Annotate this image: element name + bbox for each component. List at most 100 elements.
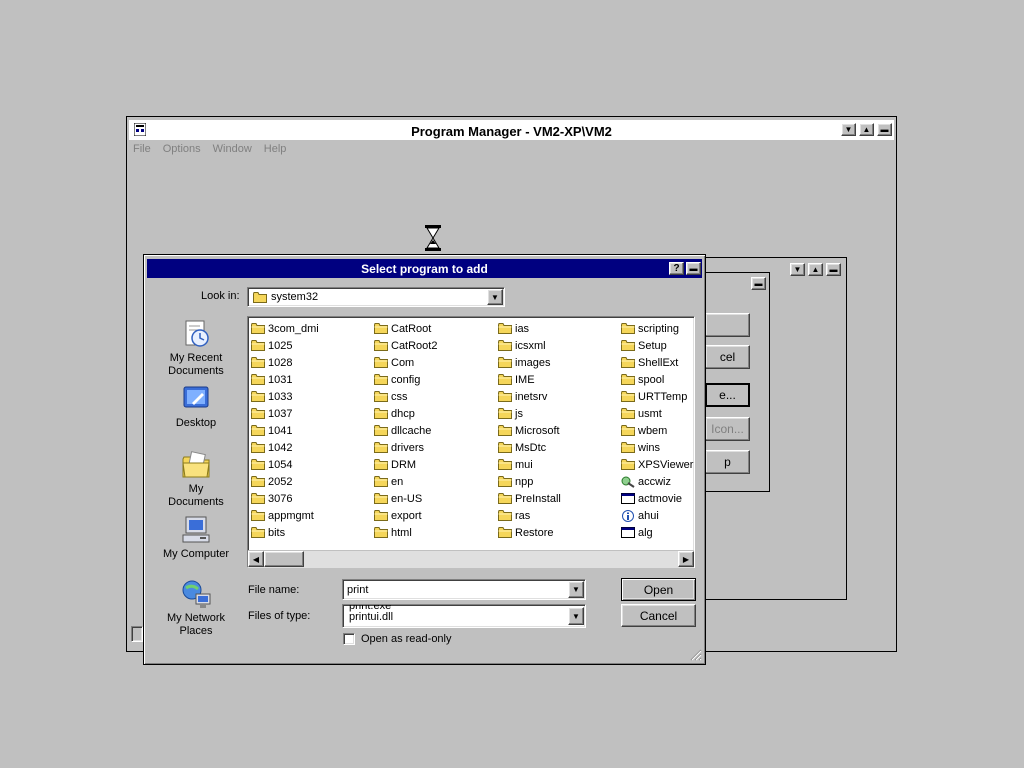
list-item[interactable]: CatRoot xyxy=(374,320,494,337)
place-network[interactable]: My Network Places xyxy=(160,578,232,638)
list-item[interactable]: accwiz xyxy=(621,473,693,490)
list-item[interactable]: scripting xyxy=(621,320,693,337)
list-item[interactable]: 3com_dmi xyxy=(251,320,371,337)
cancel-button[interactable]: Cancel xyxy=(621,604,696,627)
list-item[interactable]: html xyxy=(374,524,494,541)
place-my-documents[interactable]: My Documents xyxy=(160,449,232,509)
read-only-checkbox[interactable] xyxy=(343,633,355,645)
minimized-group-icon[interactable] xyxy=(131,626,143,642)
list-item[interactable]: URTTemp xyxy=(621,388,693,405)
look-in-dropdown-button[interactable]: ▼ xyxy=(487,289,503,305)
list-item[interactable]: Setup xyxy=(621,337,693,354)
hidden-button-1[interactable] xyxy=(705,313,750,337)
list-item[interactable]: icsxml xyxy=(498,337,618,354)
list-item[interactable]: 1025 xyxy=(251,337,371,354)
list-item[interactable]: js xyxy=(498,405,618,422)
list-item[interactable]: MsDtc xyxy=(498,439,618,456)
scroll-thumb[interactable] xyxy=(264,551,304,567)
place-recent-documents[interactable]: My Recent Documents xyxy=(160,318,232,378)
list-item[interactable]: dllcache xyxy=(374,422,494,439)
inner-close-button[interactable]: ▬ xyxy=(751,277,766,290)
list-item[interactable]: en xyxy=(374,473,494,490)
list-item[interactable]: en-US xyxy=(374,490,494,507)
file-list[interactable]: 3com_dmi 1025 1028 1031 1033 1037 1041 1042 1054… xyxy=(247,316,695,568)
list-item[interactable]: IME xyxy=(498,371,618,388)
list-item[interactable]: ias xyxy=(498,320,618,337)
list-item[interactable]: export xyxy=(374,507,494,524)
menu-options[interactable]: Options xyxy=(163,143,201,159)
list-item-label: html xyxy=(391,526,412,539)
program-manager-titlebar[interactable]: Program Manager - VM2-XP\VM2 ▼ ▲ ▬ xyxy=(129,120,894,140)
list-item[interactable]: CatRoot2 xyxy=(374,337,494,354)
list-item[interactable]: 1042 xyxy=(251,439,371,456)
hidden-change-icon-button[interactable]: Icon... xyxy=(705,417,750,441)
list-item[interactable]: config xyxy=(374,371,494,388)
menu-file[interactable]: File xyxy=(133,143,151,159)
minimize-button[interactable]: ▼ xyxy=(841,123,856,136)
list-item[interactable]: usmt xyxy=(621,405,693,422)
list-item-label: 1028 xyxy=(268,356,293,369)
type-option-printui-dll[interactable]: printui.dll xyxy=(349,612,393,623)
place-my-computer[interactable]: My Computer xyxy=(160,514,232,561)
list-item[interactable]: 2052 xyxy=(251,473,371,490)
list-item[interactable]: 1054 xyxy=(251,456,371,473)
place-desktop[interactable]: Desktop xyxy=(160,383,232,430)
list-item[interactable]: PreInstall xyxy=(498,490,618,507)
files-of-type-combo[interactable]: print.exe printui.dll ▼ xyxy=(342,604,586,628)
list-item-label: dhcp xyxy=(391,407,415,420)
dash-icon: ▬ xyxy=(754,278,763,288)
list-item[interactable]: spool xyxy=(621,371,693,388)
files-of-type-dropdown-button[interactable]: ▼ xyxy=(568,607,584,625)
list-item[interactable]: alg xyxy=(621,524,693,541)
hidden-cancel-button[interactable]: cel xyxy=(705,345,750,369)
folder-icon xyxy=(621,374,635,385)
list-item[interactable]: DRM xyxy=(374,456,494,473)
maximize-button[interactable]: ▲ xyxy=(859,123,874,136)
list-item[interactable]: bits xyxy=(251,524,371,541)
list-item[interactable]: ShellExt xyxy=(621,354,693,371)
hidden-help-button[interactable]: p xyxy=(705,450,750,474)
list-item[interactable]: ahui xyxy=(621,507,693,524)
list-item[interactable]: mui xyxy=(498,456,618,473)
list-item[interactable]: 1037 xyxy=(251,405,371,422)
group-restore-button[interactable]: ▬ xyxy=(826,263,841,276)
list-item[interactable]: appmgmt xyxy=(251,507,371,524)
look-in-dropdown[interactable]: system32 ▼ xyxy=(247,287,505,307)
arrow-right-icon: ▶ xyxy=(682,554,690,564)
list-item[interactable]: wbem xyxy=(621,422,693,439)
group-maximize-button[interactable]: ▲ xyxy=(808,263,823,276)
open-button[interactable]: Open xyxy=(621,578,696,601)
list-item[interactable]: Com xyxy=(374,354,494,371)
list-item[interactable]: inetsrv xyxy=(498,388,618,405)
menu-help[interactable]: Help xyxy=(264,143,287,159)
dialog-titlebar[interactable]: Select program to add ? ▬ xyxy=(147,259,702,278)
list-item[interactable]: npp xyxy=(498,473,618,490)
list-item[interactable]: wins xyxy=(621,439,693,456)
close-button[interactable]: ▬ xyxy=(686,262,701,275)
list-item[interactable]: 1033 xyxy=(251,388,371,405)
list-item[interactable]: 1028 xyxy=(251,354,371,371)
resize-grip-icon[interactable] xyxy=(689,648,702,664)
list-item[interactable]: XPSViewer xyxy=(621,456,693,473)
list-item[interactable]: Restore xyxy=(498,524,618,541)
horizontal-scrollbar[interactable]: ◀ ▶ xyxy=(248,550,694,568)
scroll-left-button[interactable]: ◀ xyxy=(248,551,264,567)
hidden-browse-button[interactable]: e... xyxy=(705,383,750,407)
file-name-combo[interactable]: print ▼ xyxy=(342,579,586,600)
list-item[interactable]: css xyxy=(374,388,494,405)
list-item[interactable]: 1031 xyxy=(251,371,371,388)
list-item[interactable]: ras xyxy=(498,507,618,524)
list-item[interactable]: 1041 xyxy=(251,422,371,439)
list-item[interactable]: dhcp xyxy=(374,405,494,422)
file-name-dropdown-button[interactable]: ▼ xyxy=(568,581,584,598)
menu-window[interactable]: Window xyxy=(213,143,252,159)
list-item[interactable]: actmovie xyxy=(621,490,693,507)
list-item[interactable]: 3076 xyxy=(251,490,371,507)
help-button[interactable]: ? xyxy=(669,262,684,275)
list-item[interactable]: images xyxy=(498,354,618,371)
restore-button[interactable]: ▬ xyxy=(877,123,892,136)
scroll-right-button[interactable]: ▶ xyxy=(678,551,694,567)
group-minimize-button[interactable]: ▼ xyxy=(790,263,805,276)
list-item[interactable]: Microsoft xyxy=(498,422,618,439)
list-item[interactable]: drivers xyxy=(374,439,494,456)
